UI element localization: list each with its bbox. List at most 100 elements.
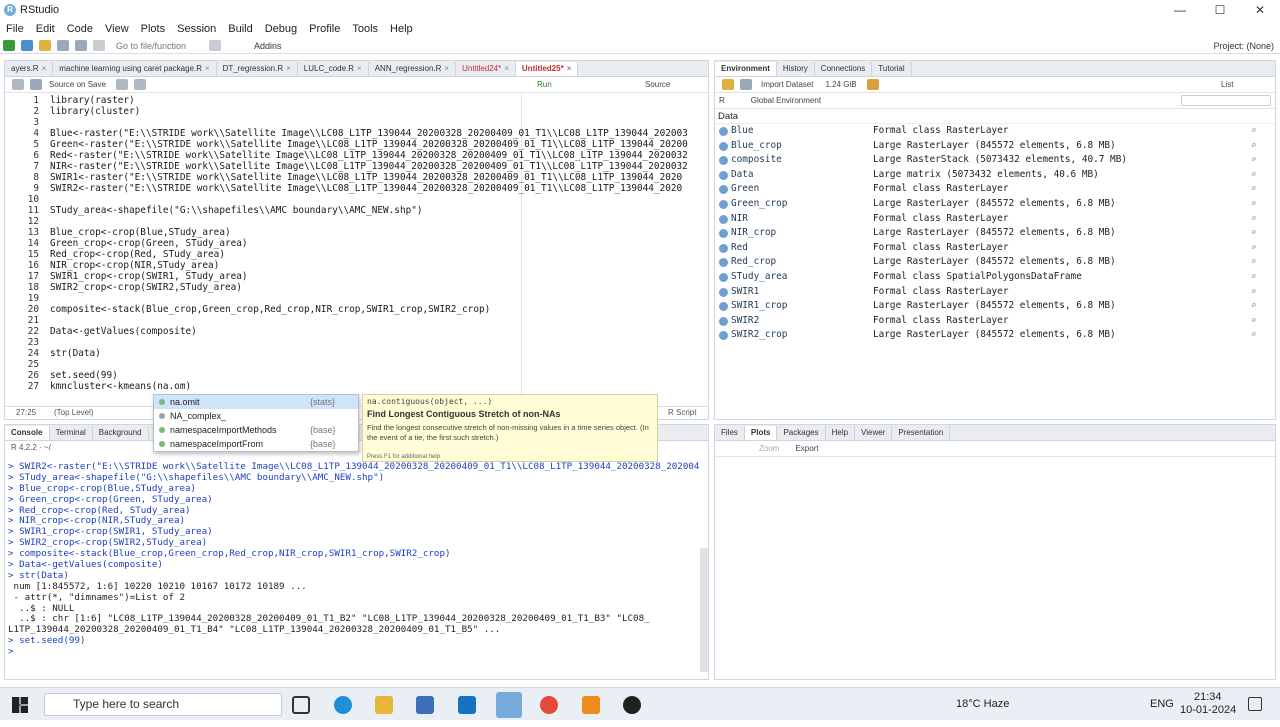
tab-connections[interactable]: Connections	[815, 62, 873, 76]
close-icon[interactable]: ×	[444, 64, 449, 73]
code-line[interactable]: Blue<-raster("E:\\STRIDE work\\Satellite…	[50, 128, 714, 139]
obs-icon[interactable]	[623, 696, 641, 714]
new-file-icon[interactable]	[3, 40, 15, 51]
view-data-icon[interactable]: ⌕	[1251, 197, 1256, 212]
close-icon[interactable]: ×	[286, 64, 291, 73]
save-icon[interactable]	[30, 79, 42, 90]
edge-icon[interactable]	[334, 696, 352, 714]
environment-row[interactable]: Blue_crop Large RasterLayer (845572 eleme…	[715, 139, 1277, 154]
console-scrollbar[interactable]	[700, 548, 708, 672]
grid-layout-icon[interactable]	[209, 40, 221, 51]
view-data-icon[interactable]: ⌕	[1251, 285, 1256, 300]
autocomplete-item[interactable]: NA_complex_	[154, 409, 358, 423]
menu-tools[interactable]: Tools	[346, 23, 384, 35]
view-data-icon[interactable]: ⌕	[1251, 270, 1256, 285]
code-line[interactable]	[50, 359, 714, 370]
code-line[interactable]: SWIR1_crop<-crop(SWIR1, STudy_area)	[50, 271, 714, 282]
code-line[interactable]: library(cluster)	[50, 106, 714, 117]
view-data-icon[interactable]: ⌕	[1251, 314, 1256, 329]
tab-packages[interactable]: Packages	[777, 426, 826, 440]
broom-icon[interactable]	[866, 79, 879, 90]
tab-tutorial[interactable]: Tutorial	[872, 62, 912, 76]
menu-help[interactable]: Help	[384, 23, 419, 35]
console-output[interactable]: > SWIR2<-raster("E:\\STRIDE work\\Satell…	[8, 462, 700, 676]
code-line[interactable]: Red<-raster("E:\\STRIDE work\\Satellite …	[50, 150, 714, 161]
code-line[interactable]: NIR<-raster("E:\\STRIDE work\\Satellite …	[50, 161, 714, 172]
code-line[interactable]: Blue_crop<-crop(Blue,STudy_area)	[50, 227, 714, 238]
view-data-icon[interactable]: ⌕	[1251, 255, 1256, 270]
search-icon[interactable]	[115, 79, 128, 90]
new-project-icon[interactable]	[21, 40, 33, 51]
code-line[interactable]: library(raster)	[50, 95, 714, 106]
save-workspace-icon[interactable]	[740, 79, 752, 90]
menu-view[interactable]: View	[99, 23, 135, 35]
environment-row[interactable]: Green Formal class RasterLayer ⌕	[715, 182, 1277, 197]
tab-environment[interactable]: Environment	[715, 62, 777, 76]
tab-untitled25[interactable]: Untitled25* ×	[515, 62, 579, 76]
import-dataset-button[interactable]: Import Dataset	[761, 80, 813, 89]
autocomplete-item[interactable]: namespaceImportMethods {base}	[154, 423, 358, 437]
load-workspace-icon[interactable]	[722, 79, 734, 90]
file-explorer-icon[interactable]	[375, 696, 393, 714]
tab-history[interactable]: History	[777, 62, 815, 76]
environment-row[interactable]: SWIR2 Formal class RasterLayer ⌕	[715, 314, 1277, 329]
menu-debug[interactable]: Debug	[259, 23, 303, 35]
code-line[interactable]: Data<-getValues(composite)	[50, 326, 714, 337]
tab-background[interactable]: Background	[93, 426, 149, 440]
environment-row[interactable]: STudy_area Formal class SpatialPolygonsDa…	[715, 270, 1277, 285]
autocomplete-item[interactable]: namespaceImportFrom {base}	[154, 437, 358, 451]
rstudio-taskbar-icon[interactable]	[496, 692, 522, 718]
view-data-icon[interactable]: ⌕	[1251, 212, 1256, 227]
code-line[interactable]: set.seed(99)	[50, 370, 714, 381]
code-line[interactable]: NIR_crop<-crop(NIR,STudy_area)	[50, 260, 714, 271]
language-indicator[interactable]: ENG	[1150, 688, 1174, 721]
view-data-icon[interactable]: ⌕	[1251, 168, 1256, 183]
code-line[interactable]	[50, 337, 714, 348]
close-icon[interactable]: ×	[205, 64, 210, 73]
view-data-icon[interactable]: ⌕	[1251, 182, 1256, 197]
environment-row[interactable]: SWIR1 Formal class RasterLayer ⌕	[715, 285, 1277, 300]
view-data-icon[interactable]: ⌕	[1251, 241, 1256, 256]
environment-row[interactable]: SWIR1_crop Large RasterLayer (845572 elem…	[715, 299, 1277, 314]
code-line[interactable]: STudy_area<-shapefile("G:\\shapefiles\\A…	[50, 205, 714, 216]
view-data-icon[interactable]: ⌕	[1251, 226, 1256, 241]
view-data-icon[interactable]: ⌕	[1251, 328, 1256, 343]
view-data-icon[interactable]: ⌕	[1251, 153, 1256, 168]
wand-icon[interactable]	[133, 79, 146, 90]
code-line[interactable]: kmncluster<-kmeans(na.om)	[50, 381, 714, 392]
environment-search-input[interactable]	[1181, 95, 1271, 106]
environment-row[interactable]: SWIR2_crop Large RasterLayer (845572 elem…	[715, 328, 1277, 343]
tab-console[interactable]: Console	[5, 426, 50, 440]
global-environment-select[interactable]: Global Environment	[751, 96, 821, 105]
run-button[interactable]: Run	[537, 80, 552, 89]
menu-profile[interactable]: Profile	[303, 23, 346, 35]
save-all-icon[interactable]	[75, 40, 87, 51]
file-type-indicator[interactable]: R Script	[668, 408, 696, 417]
close-button[interactable]: ✕	[1240, 0, 1280, 20]
tab-untitled24[interactable]: Untitled24* ×	[456, 62, 516, 76]
minimize-button[interactable]: —	[1160, 0, 1200, 20]
code-line[interactable]: composite<-stack(Blue_crop,Green_crop,Re…	[50, 304, 714, 315]
code-line[interactable]: Green<-raster("E:\\STRIDE work\\Satellit…	[50, 139, 714, 150]
environment-row[interactable]: NIR Formal class RasterLayer ⌕	[715, 212, 1277, 227]
mail-icon[interactable]	[458, 696, 476, 714]
code-line[interactable]	[50, 315, 714, 326]
addins-menu[interactable]: Addins	[254, 41, 282, 51]
code-line[interactable]: str(Data)	[50, 348, 714, 359]
close-icon[interactable]: ×	[357, 64, 362, 73]
tab-files[interactable]: Files	[715, 426, 745, 440]
tab-terminal[interactable]: Terminal	[50, 426, 93, 440]
project-menu[interactable]: Project: (None)	[1213, 41, 1274, 51]
tab-caret[interactable]: machine learning using caret package.R ×	[53, 62, 217, 76]
code-line[interactable]	[50, 293, 714, 304]
environment-row[interactable]: Data Large matrix (5073432 elements, 40.6…	[715, 168, 1277, 183]
menu-code[interactable]: Code	[61, 23, 99, 35]
save-icon[interactable]	[57, 40, 69, 51]
language-select[interactable]: R	[719, 96, 725, 105]
menu-plots[interactable]: Plots	[135, 23, 171, 35]
list-view-menu[interactable]: List	[1221, 80, 1233, 89]
close-icon[interactable]: ×	[42, 64, 47, 73]
environment-row[interactable]: composite Large RasterStack (5073432 elem…	[715, 153, 1277, 168]
zoom-button[interactable]: Zoom	[759, 444, 779, 453]
code-line[interactable]	[50, 216, 714, 227]
